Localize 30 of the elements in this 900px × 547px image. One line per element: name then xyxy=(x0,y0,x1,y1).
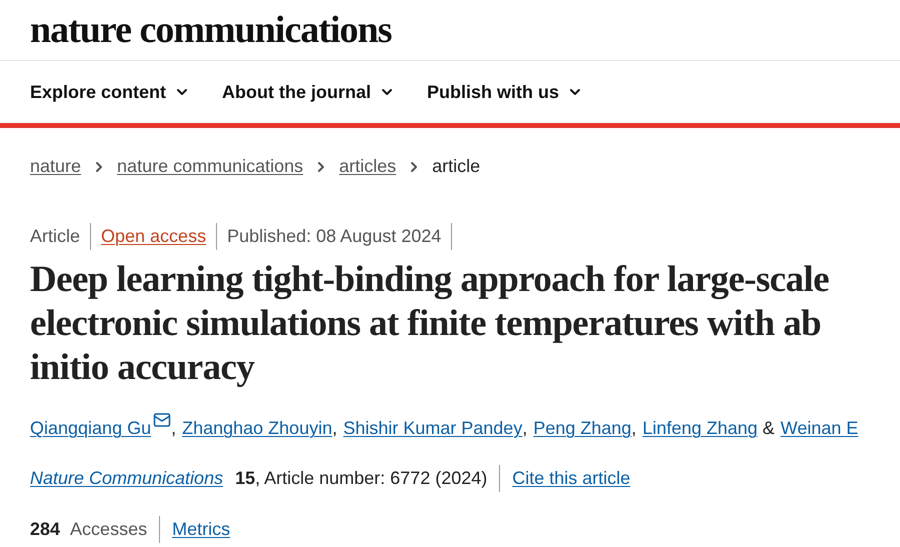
nav-menu-button[interactable]: Explore content xyxy=(30,78,190,106)
published-date: Published: 08 August 2024 xyxy=(217,223,452,250)
accesses-label: Accesses xyxy=(70,516,160,543)
journal-logo[interactable]: nature communications xyxy=(30,11,392,49)
article-type: Article xyxy=(30,223,92,250)
author-link[interactable]: Zhanghao Zhouyin xyxy=(182,415,332,442)
author-link[interactable]: Weinan E xyxy=(780,415,858,442)
author-separator: , xyxy=(631,417,636,440)
metrics-link[interactable]: Metrics xyxy=(172,516,230,543)
citation-details: 15, Article number: 6772 (2024) xyxy=(235,465,500,492)
cite-link[interactable]: Cite this article xyxy=(512,465,630,492)
access-count: 284 xyxy=(30,518,60,541)
author-link[interactable]: Qiangqiang Gu xyxy=(30,415,152,442)
journal-link[interactable]: Nature Communications xyxy=(30,465,224,492)
nav-menu-button[interactable]: About the journal xyxy=(222,78,396,106)
author-link[interactable]: Peng Zhang xyxy=(533,415,632,442)
breadcrumb-link[interactable]: nature xyxy=(30,153,82,180)
author-separator: , xyxy=(171,417,176,440)
author-separator: , xyxy=(522,417,528,440)
nav-menu-button[interactable]: Publish with us xyxy=(427,78,584,106)
open-access-link[interactable]: Open access xyxy=(91,223,218,250)
breadcrumb-current: article xyxy=(432,155,480,178)
article-title: Deep learning tight-binding approach for large-scale electronic simulations at finite temperatures with ab initio accuracy xyxy=(30,258,830,390)
author-separator: & xyxy=(762,417,775,440)
mail-icon[interactable] xyxy=(153,411,172,429)
author-separator: , xyxy=(332,417,338,440)
breadcrumb-link[interactable]: articles xyxy=(339,153,396,180)
breadcrumb-link[interactable]: nature communications xyxy=(117,153,304,180)
author-link[interactable]: Shishir Kumar Pandey xyxy=(343,415,522,442)
author-link[interactable]: Linfeng Zhang xyxy=(642,415,758,442)
